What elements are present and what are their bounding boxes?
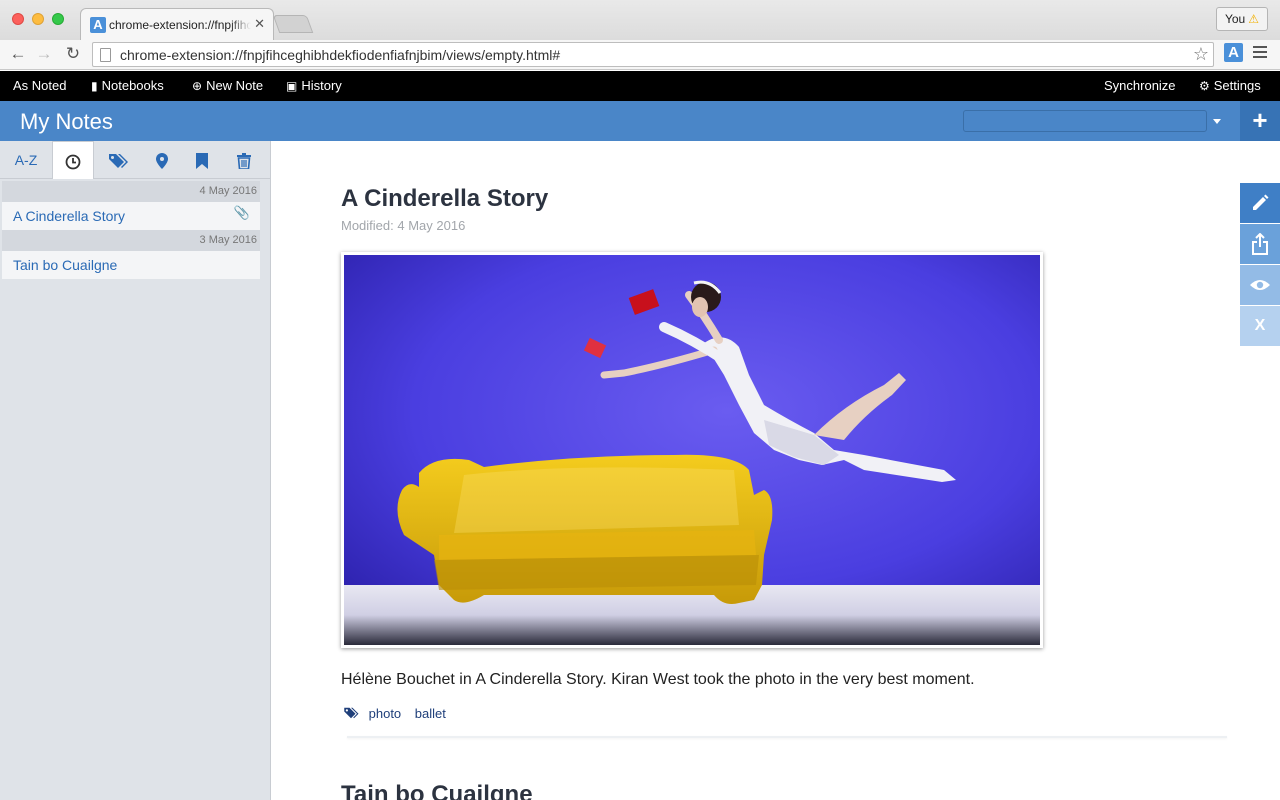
window-close-button[interactable] [12, 13, 24, 25]
close-note-button[interactable]: X [1240, 306, 1280, 346]
extension-favicon-icon: A [90, 17, 106, 33]
notebook-select[interactable] [963, 110, 1207, 132]
note-actions: X [1240, 183, 1280, 347]
add-note-button[interactable]: + [1240, 101, 1280, 141]
synchronize-link[interactable]: Synchronize [1104, 78, 1176, 93]
date-group-header: 4 May 2016 [2, 181, 260, 202]
ballet-photo [344, 255, 1040, 645]
browser-titlebar: A chrome-extension://fnpjfihc ✕ You ⚠ [0, 0, 1280, 40]
eye-icon [1250, 279, 1270, 290]
new-note-link[interactable]: ⊕ New Note [192, 78, 263, 93]
bookmark-icon [196, 153, 208, 170]
note-title: Tain bo Cuailgne [341, 781, 533, 800]
profile-button[interactable]: You ⚠ [1215, 7, 1268, 31]
clock-icon [65, 154, 81, 170]
window-minimize-button[interactable] [32, 13, 44, 25]
tab-sort-date[interactable] [52, 141, 94, 179]
note-modified-date: Modified: 4 May 2016 [341, 218, 466, 233]
tab-trash[interactable] [224, 141, 264, 179]
app-navbar: As Noted ▮ Notebooks ⊕ New Note ▣ History S… [0, 71, 1280, 101]
tab-title: chrome-extension://fnpjfihc [109, 18, 251, 32]
note-list-title: Tain bo Cuailgne [13, 257, 118, 273]
history-link[interactable]: ▣ History [286, 78, 342, 93]
edit-note-button[interactable] [1240, 183, 1280, 223]
pencil-icon [1253, 194, 1269, 210]
brand-link[interactable]: As Noted [13, 78, 66, 93]
notebooks-label: Notebooks [101, 78, 164, 93]
warning-icon: ⚠ [1248, 12, 1259, 26]
note-list-title: A Cinderella Story [13, 208, 126, 224]
date-group-header: 3 May 2016 [2, 230, 260, 251]
tags-icon [109, 154, 128, 169]
tab-close-icon[interactable]: ✕ [254, 16, 265, 32]
plus-circle-icon: ⊕ [192, 79, 203, 93]
settings-link[interactable]: ⚙ Settings [1199, 78, 1261, 93]
page-header: My Notes + [0, 101, 1280, 141]
page-icon [100, 48, 111, 62]
share-icon [1252, 232, 1268, 255]
forward-arrow-icon[interactable]: → [34, 44, 54, 64]
note-body: Hélène Bouchet in A Cinderella Story. Ki… [341, 671, 975, 688]
tag-link[interactable]: ballet [415, 706, 446, 721]
notebooks-link[interactable]: ▮ Notebooks [91, 78, 164, 93]
list-item[interactable]: Tain bo Cuailgne [2, 251, 260, 279]
profile-label: You [1224, 12, 1246, 26]
tab-sort-tags[interactable] [96, 141, 140, 179]
tab-sort-location[interactable] [142, 141, 182, 179]
history-box-icon: ▣ [286, 79, 298, 93]
reload-icon[interactable]: ↻ [63, 44, 83, 64]
note-photo-frame [341, 252, 1043, 648]
history-label: History [301, 78, 342, 93]
back-arrow-icon[interactable]: ← [8, 44, 28, 64]
tag-link[interactable]: photo [369, 706, 402, 721]
map-pin-icon [156, 153, 168, 170]
tags-icon [344, 707, 359, 719]
browser-toolbar: ← → ↻ chrome-extension://fnpjfihceghibhd… [0, 40, 1280, 70]
list-item[interactable]: A Cinderella Story 📎 [2, 202, 260, 230]
page-title: My Notes [20, 109, 113, 134]
preview-note-button[interactable] [1240, 265, 1280, 305]
notes-sidebar: A-Z 4 May 2016 A Cinderella Story 📎 3 Ma… [0, 141, 271, 800]
window-zoom-button[interactable] [52, 13, 64, 25]
note-tags: photo ballet [343, 706, 456, 721]
note-view: A Cinderella Story Modified: 4 May 2016 [271, 141, 1280, 800]
extension-icon[interactable]: A [1224, 43, 1243, 62]
address-url[interactable]: chrome-extension://fnpjfihceghibhdekfiod… [120, 47, 560, 63]
settings-label: Settings [1213, 78, 1261, 93]
tab-sort-bookmarks[interactable] [182, 141, 222, 179]
note-divider [347, 736, 1227, 738]
address-bar[interactable]: chrome-extension://fnpjfihceghibhdekfiod… [92, 42, 1214, 67]
book-icon: ▮ [91, 79, 98, 93]
trash-icon [237, 153, 251, 171]
note-title: A Cinderella Story [341, 185, 549, 212]
gear-icon: ⚙ [1199, 79, 1210, 93]
tab-sort-az[interactable]: A-Z [0, 141, 52, 179]
chevron-down-icon[interactable] [1213, 119, 1221, 124]
share-note-button[interactable] [1240, 224, 1280, 264]
new-note-label: New Note [206, 78, 264, 93]
browser-tab[interactable]: A chrome-extension://fnpjfihc ✕ [80, 8, 274, 40]
sort-tabs: A-Z [0, 141, 270, 179]
notes-list: 4 May 2016 A Cinderella Story 📎 3 May 20… [2, 181, 260, 279]
browser-menu-icon[interactable] [1253, 46, 1267, 61]
paperclip-icon: 📎 [233, 205, 250, 220]
new-tab-button[interactable] [272, 15, 314, 33]
bookmark-star-icon[interactable]: ☆ [1193, 44, 1209, 65]
